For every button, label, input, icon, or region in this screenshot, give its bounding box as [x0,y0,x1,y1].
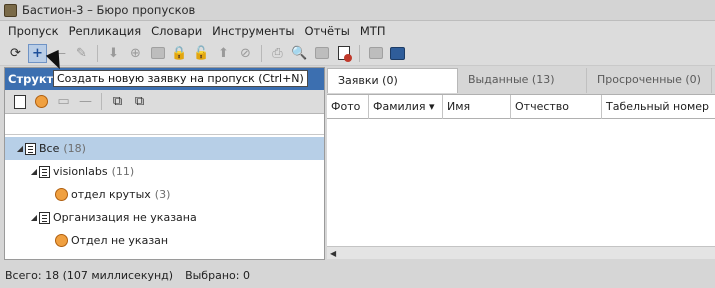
tree-node-label: отдел крутых [71,188,151,201]
structure-filter-input[interactable] [5,114,324,135]
column-photo[interactable]: Фото [327,95,369,119]
tree-node-label: Отдел не указан [71,234,169,247]
status-selected: Выбрано: 0 [185,268,250,282]
department-icon [55,188,68,201]
add-icon[interactable]: + [28,43,47,63]
menu-pass[interactable]: Пропуск [3,21,64,41]
tree-node-label: Все [39,142,60,155]
organization-icon [39,165,50,178]
add-org-icon[interactable] [10,92,29,111]
tab-bar: Заявки (0) Выданные (13) Просроченные (0… [327,67,715,93]
organization-icon [25,142,36,155]
tree-node-visionlabs[interactable]: ◢ visionlabs (11) [5,160,324,183]
structure-tree: ◢ Все (18) ◢ visionlabs (11) отдел круты… [5,135,324,252]
toolbar-separator [359,44,360,62]
download-icon[interactable]: ⬇ [104,44,123,63]
print-icon[interactable]: ⎙ [268,44,287,63]
collapse-all-icon[interactable]: ⧉ [130,92,149,111]
tree-node-label: visionlabs [53,165,108,178]
cancel-icon[interactable]: ⊘ [236,44,255,63]
search-add-icon[interactable]: ⊕ [126,44,145,63]
card-icon[interactable] [312,44,331,63]
column-middle-name[interactable]: Отчество [511,95,602,119]
unlock-icon[interactable]: 🔓 [192,44,211,63]
tree-node-count: (18) [63,142,86,155]
requests-panel: Заявки (0) Выданные (13) Просроченные (0… [327,67,715,260]
toolbar-separator [261,44,262,62]
tree-node-no-dept[interactable]: Отдел не указан [5,229,324,252]
structure-toolbar: ▭ — ⧉ ⧉ [5,90,324,114]
toolbar-separator [101,93,102,110]
tab-expired[interactable]: Просроченные (0) [587,68,712,93]
department-icon [55,234,68,247]
structure-panel: Структура ▭ — ⧉ ⧉ ◢ Все (18) ◢ visionlab… [4,67,325,260]
tree-node-count: (11) [111,165,135,178]
photo-gray-icon[interactable] [366,44,385,63]
lock-icon[interactable]: 🔒 [170,44,189,63]
window-title: Бастион-3 – Бюро пропусков [22,3,196,17]
expand-arrow-icon[interactable]: ◢ [29,167,39,176]
horizontal-scrollbar[interactable]: ◀ [327,246,715,259]
status-total: Всего: 18 (107 миллисекунд) [5,268,174,282]
table-body [327,119,715,246]
status-bar: Всего: 18 (107 миллисекунд) Выбрано: 0 [0,262,715,288]
add-dept-icon[interactable] [32,92,51,111]
refresh-icon[interactable]: ⟳ [6,44,25,63]
id-card-icon[interactable] [388,44,407,63]
column-last-name[interactable]: Фамилия ▾ [369,95,443,119]
expand-arrow-icon[interactable]: ◢ [29,213,39,222]
tab-issued[interactable]: Выданные (13) [458,68,587,93]
table-header: Фото Фамилия ▾ Имя Отчество Табельный но… [327,94,715,119]
upload-icon[interactable]: ⬆ [214,44,233,63]
tooltip: Создать новую заявку на пропуск (Ctrl+N) [53,70,308,87]
title-bar: Бастион-3 – Бюро пропусков [0,0,715,21]
delete-node-icon[interactable]: — [76,92,95,111]
edit-icon[interactable]: ✎ [72,44,91,63]
menu-replication[interactable]: Репликация [64,21,147,41]
organization-icon [39,211,50,224]
menu-reports[interactable]: Отчёты [299,21,354,41]
tree-node-no-org[interactable]: ◢ Организация не указана [5,206,324,229]
photo-icon[interactable] [148,44,167,63]
menu-bar: Пропуск Репликация Словари Инструменты О… [0,21,715,41]
app-icon [4,3,17,17]
menu-tools[interactable]: Инструменты [207,21,299,41]
scroll-left-icon[interactable]: ◀ [330,249,336,258]
column-personnel-number[interactable]: Табельный номер [602,95,715,119]
expand-all-icon[interactable]: ⧉ [108,92,127,111]
search-person-icon[interactable]: 🔍 [290,44,309,63]
edit-node-icon[interactable]: ▭ [54,92,73,111]
expand-arrow-icon[interactable]: ◢ [15,144,25,153]
menu-dictionaries[interactable]: Словари [146,21,207,41]
tree-node-dept-cool[interactable]: отдел крутых (3) [5,183,324,206]
column-first-name[interactable]: Имя [443,95,511,119]
tree-node-count: (3) [154,188,171,201]
tree-node-all[interactable]: ◢ Все (18) [5,137,324,160]
toolbar-separator [97,44,98,62]
tab-requests[interactable]: Заявки (0) [327,68,458,93]
menu-mtp[interactable]: МТП [355,21,391,41]
pass-red-icon[interactable] [334,44,353,63]
main-toolbar: ⟳ + — ✎ ⬇ ⊕ 🔒 🔓 ⬆ ⊘ ⎙ 🔍 [0,41,715,66]
tree-node-label: Организация не указана [53,211,197,224]
